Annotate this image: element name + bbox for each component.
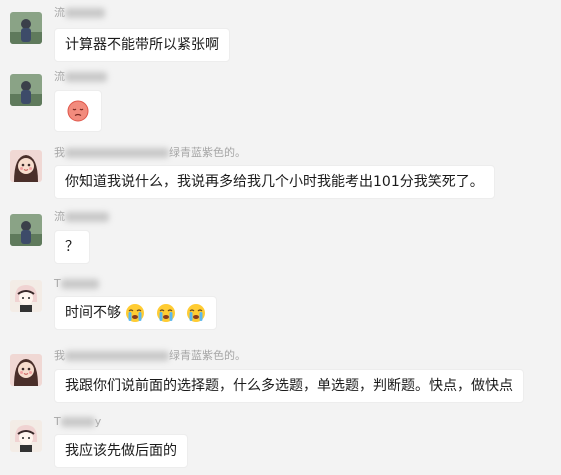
avatar[interactable] <box>10 12 42 44</box>
message-bubble[interactable]: 我跟你们说前面的选择题，什么多选题，单选题，判断题。快点，做快点 <box>54 369 524 403</box>
message-text: 时间不够 <box>65 305 121 321</box>
message-bubble[interactable]: 时间不够 <box>54 296 218 330</box>
loudly-crying-face-icon <box>156 303 176 323</box>
sender-name: T <box>54 277 99 291</box>
avatar[interactable] <box>10 280 42 312</box>
loudly-crying-face-icon <box>125 303 145 323</box>
avatar[interactable] <box>10 354 42 386</box>
message-text: 计算器不能带所以紧张啊 <box>65 37 219 53</box>
sender-name: 我绿青蓝紫色的。 <box>54 349 246 362</box>
avatar[interactable] <box>10 150 42 182</box>
sender-name: 流 <box>54 6 105 20</box>
sender-name: Ty <box>54 415 102 428</box>
message-bubble[interactable] <box>54 90 102 132</box>
avatar[interactable] <box>10 420 42 452</box>
message-text: 我应该先做后面的 <box>65 443 177 459</box>
message-text: 我跟你们说前面的选择题，什么多选题，单选题，判断题。快点，做快点 <box>65 378 513 394</box>
loudly-crying-face-icon <box>186 303 206 323</box>
chat-history: 流 计算器不能带所以紧张啊 流 我 绿青蓝紫色的。 你知道我说什么，我说再多给我… <box>0 0 561 475</box>
disappointed-face-icon <box>67 100 89 122</box>
message-text: ？ <box>65 239 79 255</box>
message-text: 你知道我说什么，我说再多给我几个小时我能考出101分我笑死了。 <box>65 174 484 190</box>
sender-name: 我绿青蓝紫色的。 <box>54 146 246 159</box>
message-bubble[interactable]: 我应该先做后面的 <box>54 434 188 468</box>
sender-name: 流 <box>54 210 109 224</box>
sender-name: 流 <box>54 70 107 84</box>
message-bubble[interactable]: ？ <box>54 230 90 264</box>
avatar[interactable] <box>10 74 42 106</box>
avatar[interactable] <box>10 214 42 246</box>
message-bubble[interactable]: 计算器不能带所以紧张啊 <box>54 28 230 62</box>
message-bubble[interactable]: 你知道我说什么，我说再多给我几个小时我能考出101分我笑死了。 <box>54 165 495 199</box>
